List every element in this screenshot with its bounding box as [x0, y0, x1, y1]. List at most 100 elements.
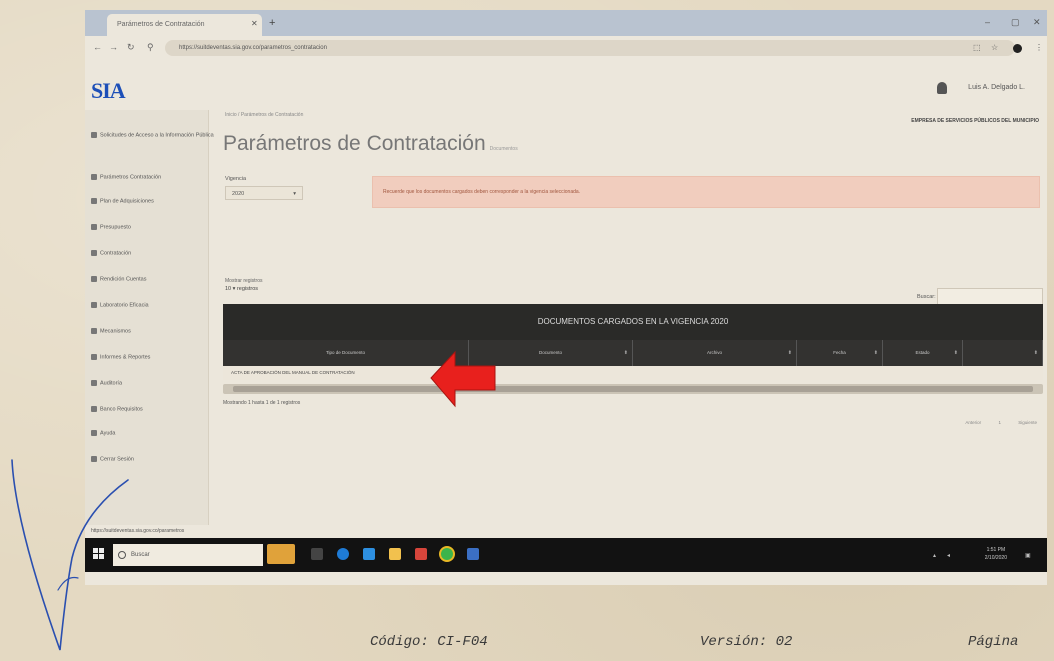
- column-header[interactable]: Fecha ⬍: [797, 340, 883, 366]
- profile-icon[interactable]: [1013, 44, 1022, 53]
- sidebar-item-mecanismos[interactable]: Mecanismos: [91, 328, 131, 334]
- forward-icon[interactable]: →: [109, 42, 118, 52]
- column-header[interactable]: ⬍: [963, 340, 1043, 366]
- search-label: Buscar:: [917, 294, 936, 300]
- network-icon[interactable]: ▴: [933, 552, 936, 559]
- column-header[interactable]: Estado ⬍: [883, 340, 963, 366]
- close-icon[interactable]: ✕: [1033, 17, 1041, 28]
- scrollbar-thumb[interactable]: [233, 386, 1033, 392]
- clock[interactable]: 1:51 PM 2/10/2020: [985, 546, 1007, 562]
- report-icon: [91, 354, 97, 360]
- word-icon[interactable]: [467, 548, 479, 560]
- notifications-icon[interactable]: ▣: [1025, 552, 1031, 559]
- sort-icon: ⬍: [873, 350, 878, 356]
- task-view-icon[interactable]: [311, 548, 323, 560]
- windows-taskbar: Buscar ▴ ◂ 1:51 PM 2/10/2020 ▣: [85, 538, 1047, 572]
- show-entries-select[interactable]: 10 ▾ registros: [225, 286, 258, 292]
- vigencia-value: 2020: [232, 191, 245, 197]
- table-header: Tipo de Documento Documento ⬍ Archivo ⬍ Fe…: [223, 340, 1043, 366]
- app-header: SIA Luis A. Delgado L.: [85, 60, 1047, 110]
- user-name[interactable]: Luis A. Delgado L.: [968, 84, 1025, 91]
- folder-icon[interactable]: [389, 548, 401, 560]
- red-arrow-annotation: [430, 350, 496, 408]
- tab-close-icon[interactable]: ✕: [251, 19, 258, 28]
- app-logo[interactable]: SIA: [91, 78, 126, 104]
- show-entries-value: 10: [225, 286, 232, 292]
- handwritten-signature: [11, 459, 129, 651]
- page-title: Parámetros de Contratación Documentos: [223, 132, 518, 156]
- column-header[interactable]: Archivo ⬍: [633, 340, 797, 366]
- clock-date: 2/10/2020: [984, 555, 1007, 561]
- share-icon[interactable]: ⬚: [973, 43, 981, 52]
- pager-previous[interactable]: Anterior: [965, 420, 981, 425]
- new-tab-icon[interactable]: +: [269, 17, 275, 29]
- sort-icon: ⬍: [953, 350, 958, 356]
- mail-icon[interactable]: [415, 548, 427, 560]
- bookmark-star-icon[interactable]: ☆: [991, 43, 998, 52]
- sidebar-item-solicitudes[interactable]: Solicitudes de Acceso a la Información P…: [91, 132, 214, 138]
- sidebar-item-rendicion[interactable]: Rendición Cuentas: [91, 276, 146, 282]
- search-icon: [91, 380, 97, 386]
- cart-icon: [91, 198, 97, 204]
- reload-icon[interactable]: ↻: [127, 42, 135, 53]
- page-subtitle: Documentos: [489, 146, 518, 152]
- sidebar-item-label: Parámetros Contratación: [100, 174, 162, 181]
- user-icon: [91, 328, 97, 334]
- store-icon[interactable]: [363, 548, 375, 560]
- address-row: ← → ↻ ⚲ https://suitdeventas.sia.gov.co/…: [85, 36, 1047, 60]
- document-code: Código: CI-F04: [370, 634, 488, 650]
- sidebar-item-banco[interactable]: Banco Requisitos: [91, 406, 143, 412]
- sidebar-item-label: Informes & Reportes: [100, 354, 151, 361]
- sidebar-item-informes[interactable]: Informes & Reportes: [91, 354, 150, 360]
- back-icon[interactable]: ←: [93, 42, 102, 52]
- vigencia-select[interactable]: 2020 ▾: [225, 186, 303, 200]
- column-label: Fecha: [833, 350, 846, 355]
- gear-icon: [91, 132, 97, 138]
- sidebar-item-label: Rendición Cuentas: [100, 276, 147, 283]
- bank-icon: [91, 406, 97, 412]
- volume-icon[interactable]: ◂: [947, 552, 950, 559]
- table-info: Mostrando 1 hasta 1 de 1 registros: [223, 400, 301, 406]
- sidebar-item-label: Presupuesto: [100, 224, 131, 231]
- user-avatar-icon[interactable]: [937, 82, 947, 94]
- table-row[interactable]: ACTA DE APROBACIÓN DEL MANUAL DE CONTRAT…: [223, 366, 1043, 380]
- site-info-icon[interactable]: ⚲: [147, 42, 154, 53]
- status-bar: https://suitdeventas.sia.gov.co/parametr…: [85, 525, 1047, 537]
- column-label: Archivo: [706, 350, 722, 355]
- edge-icon[interactable]: [337, 548, 349, 560]
- entity-name: EMPRESA DE SERVICIOS PÚBLICOS DEL MUNICI…: [911, 118, 1039, 124]
- table-title: DOCUMENTOS CARGADOS EN LA VIGENCIA 2020: [223, 304, 1043, 340]
- horizontal-scrollbar[interactable]: [223, 384, 1043, 394]
- scanned-paper: Parámetros de Contratación ✕ + – ▢ ✕ ← →…: [0, 0, 1054, 661]
- info-alert: Recuerde que los documentos cargados deb…: [372, 176, 1040, 208]
- sidebar-item-parametros[interactable]: Parámetros Contratación: [91, 174, 161, 180]
- show-entries-label: Mostrar registros: [225, 278, 263, 284]
- cortana-icon[interactable]: [267, 544, 295, 564]
- browser-tab[interactable]: Parámetros de Contratación: [107, 14, 262, 36]
- menu-kebab-icon[interactable]: ⋮: [1035, 43, 1043, 52]
- pagination: Anterior 1 Siguiente: [965, 420, 1037, 425]
- sidebar-item-label: Mecanismos: [100, 328, 131, 335]
- pager-page[interactable]: 1: [998, 420, 1001, 425]
- minimize-icon[interactable]: –: [985, 17, 990, 27]
- sidebar-item-laboratorio[interactable]: Laboratorio Eficacia: [91, 302, 149, 308]
- sidebar-item-auditoria[interactable]: Auditoría: [91, 380, 122, 386]
- sidebar-item-label: Banco Requisitos: [100, 406, 143, 413]
- sidebar-item-label: Ayuda: [100, 430, 116, 437]
- browser-window: Parámetros de Contratación ✕ + – ▢ ✕ ← →…: [85, 10, 1047, 585]
- row-document-name[interactable]: ACTA DE APROBACIÓN DEL MANUAL DE CONTRAT…: [231, 370, 355, 375]
- sidebar-item-ayuda[interactable]: Ayuda: [91, 430, 116, 436]
- chrome-icon[interactable]: [441, 548, 453, 560]
- maximize-icon[interactable]: ▢: [1011, 17, 1020, 28]
- sidebar-item-contratacion[interactable]: Contratación: [91, 250, 131, 256]
- url-text: https://suitdeventas.sia.gov.co/parametr…: [179, 45, 327, 51]
- pager-next[interactable]: Siguiente: [1018, 420, 1037, 425]
- address-bar[interactable]: https://suitdeventas.sia.gov.co/parametr…: [165, 40, 1015, 56]
- document-version: Versión: 02: [700, 634, 793, 650]
- breadcrumb[interactable]: Inicio / Parámetros de Contratación: [225, 112, 303, 118]
- sort-icon: ⬍: [1033, 350, 1038, 356]
- sidebar-item-label: Plan de Adquisiciones: [100, 198, 154, 205]
- sort-icon: ⬍: [787, 350, 792, 356]
- sidebar-item-plan[interactable]: Plan de Adquisiciones: [91, 198, 154, 204]
- sidebar-item-presupuesto[interactable]: Presupuesto: [91, 224, 131, 230]
